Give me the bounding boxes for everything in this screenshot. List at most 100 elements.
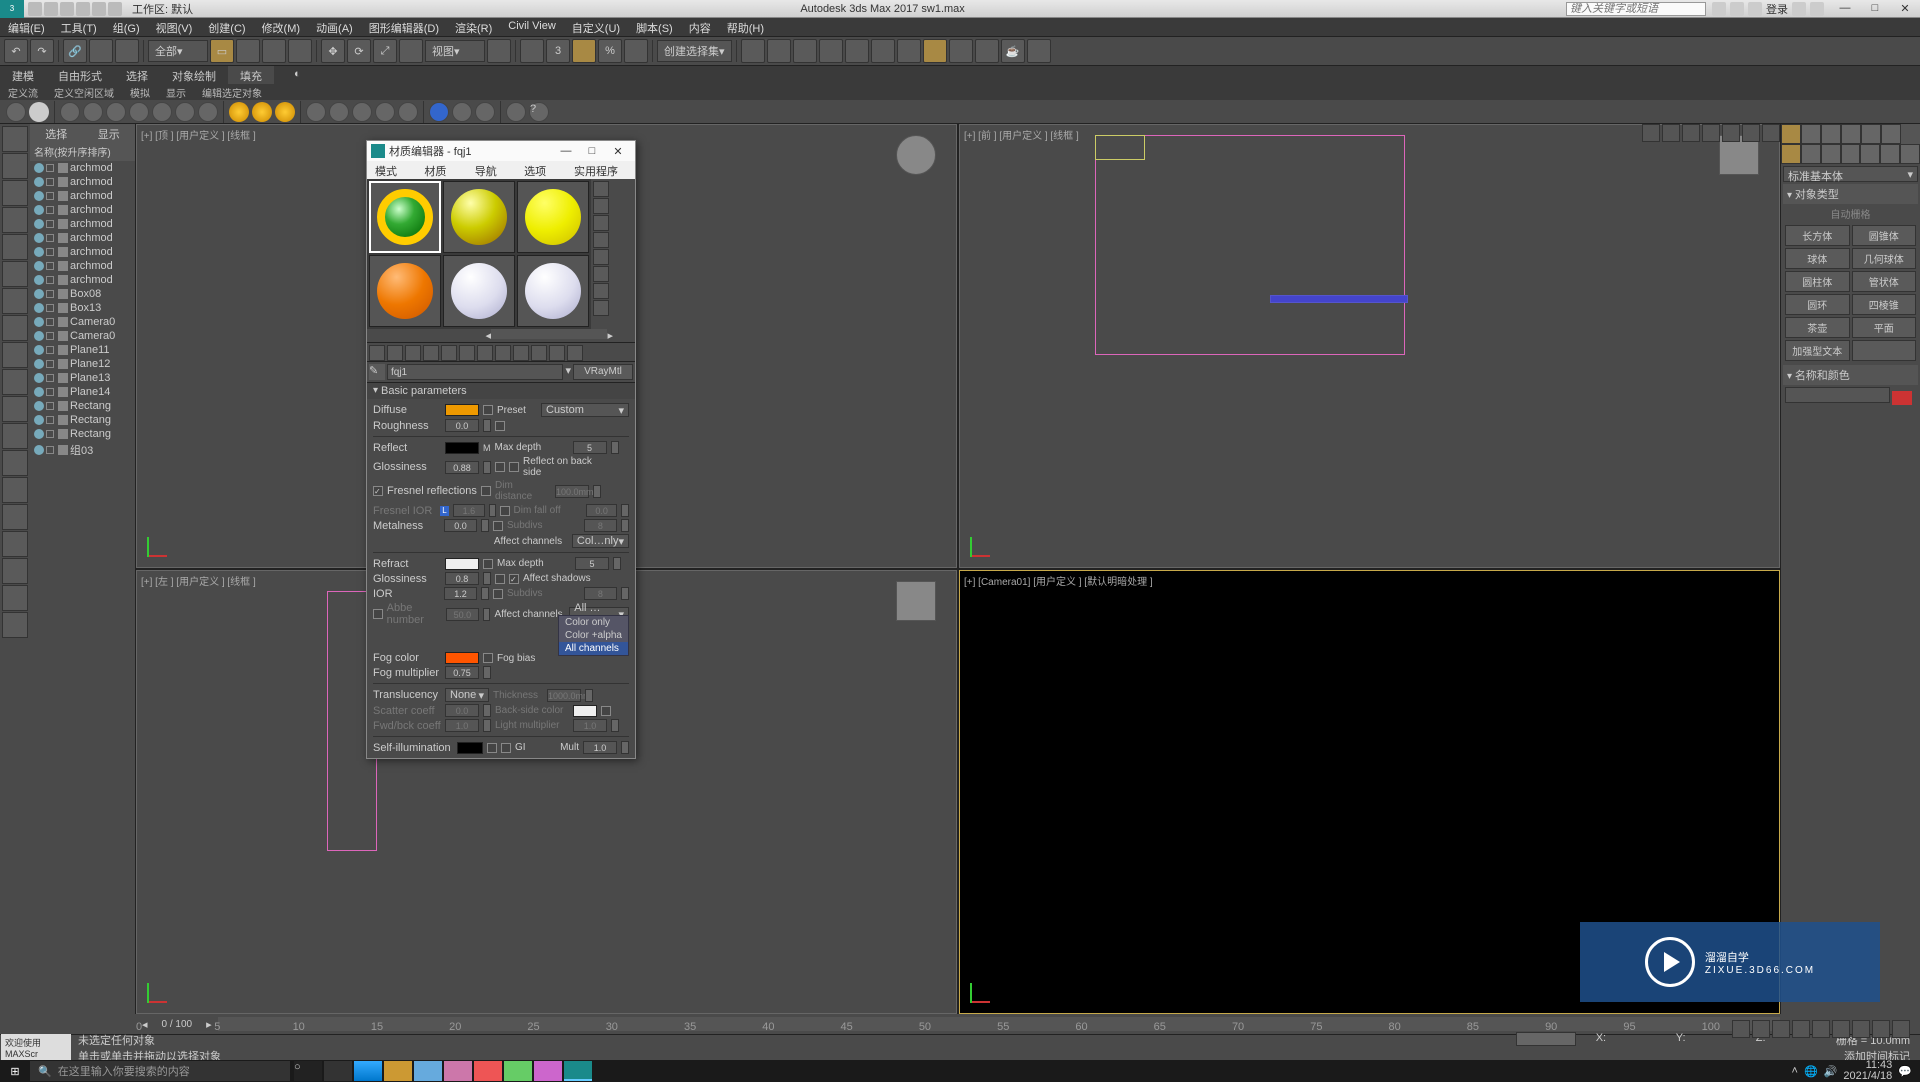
freeze-icon[interactable] — [46, 290, 54, 298]
freeze-icon[interactable] — [46, 234, 54, 242]
task-explorer[interactable] — [384, 1061, 412, 1081]
cmd-sub-helpers[interactable] — [1860, 144, 1880, 164]
roughness-map-chk[interactable] — [495, 421, 505, 431]
select-name-button[interactable] — [236, 39, 260, 63]
menu-group[interactable]: 组(G) — [105, 18, 148, 36]
env-btn-6[interactable] — [152, 102, 172, 122]
freeze-icon[interactable] — [46, 276, 54, 284]
visibility-icon[interactable] — [34, 233, 44, 243]
menu-create[interactable]: 创建(C) — [200, 18, 253, 36]
ltool-2[interactable] — [2, 153, 28, 179]
mat-get-button[interactable] — [369, 345, 385, 361]
metal-map-chk[interactable] — [493, 521, 503, 531]
select-button[interactable]: ▭ — [210, 39, 234, 63]
material-name-input[interactable] — [387, 364, 563, 380]
tray-up-icon[interactable]: ˄ — [1792, 1065, 1798, 1077]
diffuse-swatch[interactable] — [445, 404, 479, 416]
menu-edit[interactable]: 编辑(E) — [0, 18, 53, 36]
anim-play-button[interactable] — [1732, 1020, 1750, 1038]
scene-tab-display[interactable]: 显示 — [83, 124, 136, 142]
visibility-icon[interactable] — [34, 359, 44, 369]
spinner-arrows[interactable] — [611, 719, 619, 732]
matdlg-close-button[interactable]: ✕ — [605, 145, 631, 158]
ltool-8[interactable] — [2, 315, 28, 341]
env-btn-17[interactable] — [506, 102, 526, 122]
create-button[interactable]: 圆环 — [1785, 294, 1850, 315]
fresnel-chk[interactable] — [373, 486, 383, 496]
ior-spinner[interactable]: 1.2 — [444, 587, 477, 600]
layer-button[interactable] — [793, 39, 817, 63]
spinner-arrows[interactable] — [613, 557, 621, 570]
task-app1[interactable] — [414, 1061, 442, 1081]
matmenu-mode[interactable]: 模式(D) — [367, 161, 416, 179]
scene-item[interactable]: archmod — [30, 259, 135, 273]
spinner-arrows[interactable] — [481, 587, 489, 600]
subdivs2-spinner[interactable]: 8 — [584, 587, 617, 600]
task-taskview[interactable] — [324, 1061, 352, 1081]
spinner-arrows[interactable] — [611, 441, 619, 454]
fogmult-spinner[interactable]: 0.75 — [445, 666, 479, 679]
mat-stool-options[interactable] — [593, 266, 609, 282]
freeze-icon[interactable] — [46, 388, 54, 396]
mat-show-button[interactable] — [513, 345, 529, 361]
material-type-button[interactable]: VRayMtl — [573, 364, 633, 380]
mat-slot-3[interactable] — [517, 181, 589, 253]
visibility-icon[interactable] — [34, 247, 44, 257]
object-name-input[interactable] — [1785, 387, 1890, 403]
create-button[interactable]: 长方体 — [1785, 225, 1850, 246]
scene-item[interactable]: Camera0 — [30, 329, 135, 343]
mat-gosibling-button[interactable] — [567, 345, 583, 361]
task-firefox[interactable] — [474, 1061, 502, 1081]
qat-undo-icon[interactable] — [76, 2, 90, 16]
spinner-arrows[interactable] — [621, 504, 629, 517]
minimize-button[interactable]: — — [1830, 2, 1860, 15]
exchange-icon[interactable] — [1792, 2, 1806, 16]
align-button[interactable] — [767, 39, 791, 63]
task-app3[interactable] — [504, 1061, 532, 1081]
move-button[interactable]: ✥ — [321, 39, 345, 63]
gloss-map-chk[interactable] — [495, 462, 505, 472]
scene-item[interactable]: Plane12 — [30, 357, 135, 371]
start-button[interactable]: ⊞ — [0, 1065, 30, 1078]
spinner-snap-button[interactable] — [624, 39, 648, 63]
manip-button[interactable] — [520, 39, 544, 63]
taskbar-clock[interactable]: 11:43 2021/4/18 — [1843, 1060, 1892, 1082]
task-app2[interactable] — [444, 1061, 472, 1081]
mat-stool-video[interactable] — [593, 249, 609, 265]
selfillum-swatch[interactable] — [457, 742, 483, 754]
freeze-icon[interactable] — [46, 304, 54, 312]
tray-vol-icon[interactable]: 🔊 — [1824, 1065, 1838, 1078]
mat-showend-button[interactable] — [531, 345, 547, 361]
matmenu-nav[interactable]: 导航(N) — [467, 161, 516, 179]
translucency-dropdown[interactable]: None▾ — [445, 688, 489, 702]
workspace-dropdown[interactable]: 工作区: 默认 — [126, 1, 199, 17]
login-link[interactable]: 登录 — [1766, 1, 1788, 17]
ribbon-button[interactable] — [845, 39, 869, 63]
create-button[interactable]: 四棱锥 — [1852, 294, 1917, 315]
visibility-icon[interactable] — [34, 191, 44, 201]
scene-item[interactable]: Rectang — [30, 413, 135, 427]
subdivs-spinner[interactable]: 8 — [584, 519, 617, 532]
place-button[interactable] — [399, 39, 423, 63]
menu-help[interactable]: 帮助(H) — [719, 18, 772, 36]
ltool-18[interactable] — [2, 585, 28, 611]
unlink-button[interactable] — [89, 39, 113, 63]
sun-icon-1[interactable] — [229, 102, 249, 122]
named-selset-dropdown[interactable]: 创建选择集 ▾ — [657, 40, 732, 62]
viewcube-left[interactable] — [896, 581, 936, 621]
scene-item[interactable]: archmod — [30, 189, 135, 203]
visibility-icon[interactable] — [34, 275, 44, 285]
env-btn-1[interactable] — [6, 102, 26, 122]
lightmult-spinner[interactable]: 1.0 — [573, 719, 607, 732]
spinner-arrows[interactable] — [483, 666, 491, 679]
env-btn-14[interactable] — [429, 102, 449, 122]
percent-snap-button[interactable]: % — [598, 39, 622, 63]
snap-button[interactable]: 3 — [546, 39, 570, 63]
sun-icon-3[interactable] — [275, 102, 295, 122]
cmd-tab-hierarchy[interactable] — [1821, 124, 1841, 144]
mat-matid-button[interactable] — [495, 345, 511, 361]
visibility-icon[interactable] — [34, 219, 44, 229]
visibility-icon[interactable] — [34, 429, 44, 439]
pivot-button[interactable] — [487, 39, 511, 63]
freeze-icon[interactable] — [46, 178, 54, 186]
